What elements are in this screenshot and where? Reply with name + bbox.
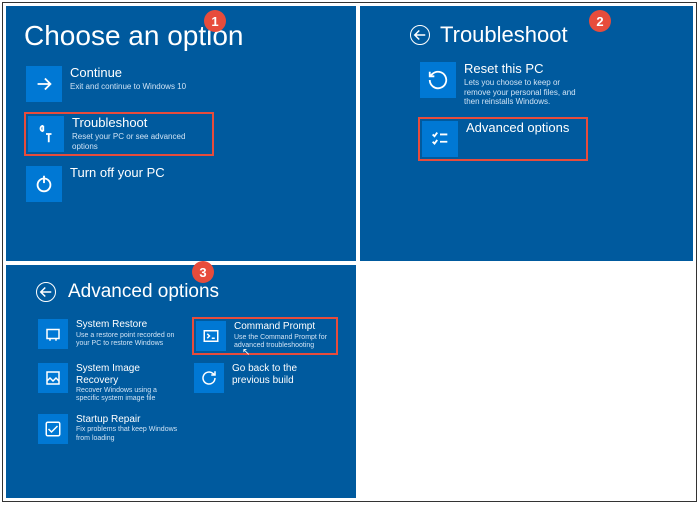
back-button[interactable] (36, 282, 56, 302)
tile-subtitle: Recover Windows using a specific system … (76, 387, 180, 404)
tile-subtitle: Use a restore point recorded on your PC … (76, 332, 180, 349)
tile-label: Go back to the previous build (232, 363, 336, 386)
tile-system-image-recovery[interactable]: System Image Recovery Recover Windows us… (36, 361, 182, 406)
panel-troubleshoot: 2 Troubleshoot Reset this PC Lets you ch… (360, 6, 693, 261)
step-badge-1: 1 (204, 10, 226, 32)
tile-command-prompt[interactable]: Command Prompt Use the Command Prompt fo… (192, 317, 338, 355)
image-recovery-icon (38, 363, 68, 393)
tile-label: Startup Repair (76, 414, 180, 426)
reset-icon (420, 62, 456, 98)
tile-subtitle: Lets you choose to keep or remove your p… (464, 78, 586, 107)
tile-startup-repair[interactable]: Startup Repair Fix problems that keep Wi… (36, 412, 182, 446)
tile-advanced-options[interactable]: Advanced options (418, 117, 588, 161)
tile-go-back-previous-build[interactable]: Go back to the previous build (192, 361, 338, 406)
tile-turn-off[interactable]: Turn off your PC (24, 164, 214, 204)
panel-choose-option: 1 Choose an option Continue Exit and con… (6, 6, 356, 261)
page-title: Advanced options (68, 281, 219, 303)
tile-label: Troubleshoot (72, 116, 210, 131)
tile-label: Advanced options (466, 121, 569, 136)
terminal-icon (196, 321, 226, 351)
tile-reset-pc[interactable]: Reset this PC Lets you choose to keep or… (418, 60, 588, 109)
tile-label: System Restore (76, 319, 180, 331)
page-title: Troubleshoot (440, 22, 568, 48)
tile-label: Command Prompt (234, 321, 334, 333)
power-icon (26, 166, 62, 202)
tile-subtitle: Exit and continue to Windows 10 (70, 82, 186, 92)
tile-label: System Image Recovery (76, 363, 180, 386)
panel-advanced-options: 3 Advanced options System Restore Use a … (6, 265, 356, 498)
tile-system-restore[interactable]: System Restore Use a restore point recor… (36, 317, 182, 355)
previous-build-icon (194, 363, 224, 393)
tile-continue[interactable]: Continue Exit and continue to Windows 10 (24, 64, 214, 104)
tile-subtitle: Reset your PC or see advanced options (72, 132, 210, 151)
step-badge-3: 3 (192, 261, 214, 283)
restore-icon (38, 319, 68, 349)
tile-label: Reset this PC (464, 62, 586, 77)
back-button[interactable] (410, 25, 430, 45)
tools-icon (28, 116, 64, 152)
arrow-right-icon (26, 66, 62, 102)
tile-subtitle: Use the Command Prompt for advanced trou… (234, 334, 334, 351)
step-badge-2: 2 (589, 10, 611, 32)
tile-troubleshoot[interactable]: Troubleshoot Reset your PC or see advanc… (24, 112, 214, 156)
tile-label: Turn off your PC (70, 166, 165, 181)
checklist-icon (422, 121, 458, 157)
tile-label: Continue (70, 66, 186, 81)
startup-repair-icon (38, 414, 68, 444)
tile-subtitle: Fix problems that keep Windows from load… (76, 426, 180, 443)
